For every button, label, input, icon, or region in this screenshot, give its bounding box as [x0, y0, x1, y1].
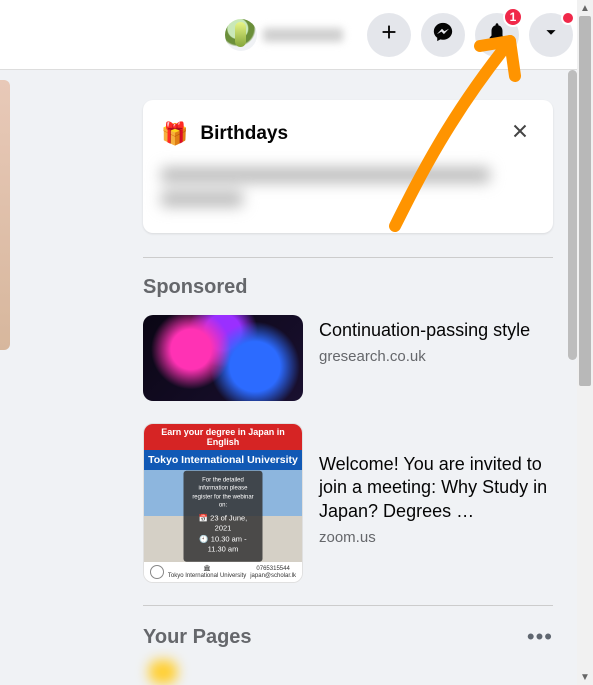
plus-icon	[378, 21, 400, 48]
right-column: 🎁 Birthdays Sponsored Continuation-pass	[143, 70, 553, 684]
messenger-button[interactable]	[421, 13, 465, 57]
notification-badge: 1	[503, 7, 523, 27]
ad-image-overlay: For the detailed information please regi…	[184, 471, 263, 562]
ellipsis-icon: •••	[527, 624, 553, 649]
profile-chip[interactable]	[221, 15, 353, 55]
account-badge-dot	[561, 11, 575, 25]
close-button[interactable]	[505, 116, 535, 151]
avatar	[225, 19, 257, 51]
divider	[143, 257, 553, 258]
ad-title: Continuation-passing style	[319, 319, 530, 342]
birthdays-card: 🎁 Birthdays	[143, 100, 553, 233]
ad-image-text: Earn your degree in Japan in English	[144, 424, 302, 450]
sponsored-item[interactable]: Continuation-passing style gresearch.co.…	[143, 315, 553, 401]
scrollbar-thumb[interactable]	[568, 70, 577, 360]
your-pages-options[interactable]: •••	[527, 624, 553, 650]
ad-title: Welcome! You are invited to join a meeti…	[319, 453, 553, 523]
create-button[interactable]	[367, 13, 411, 57]
profile-name	[263, 28, 343, 42]
top-nav-bar: 1	[0, 0, 593, 70]
ad-domain: zoom.us	[319, 529, 553, 546]
birthdays-body-redacted	[161, 167, 535, 213]
page-item-redacted[interactable]	[143, 660, 183, 684]
content-scrollbar[interactable]	[568, 70, 577, 685]
scrollbar-thumb[interactable]	[579, 16, 591, 386]
ad-image-footer: 🏛Tokyo International University 07653155…	[144, 562, 302, 582]
ad-image: Earn your degree in Japan in English Tok…	[143, 423, 303, 583]
birthdays-title: Birthdays	[200, 123, 288, 145]
sponsored-item[interactable]: Earn your degree in Japan in English Tok…	[143, 423, 553, 583]
sponsored-heading: Sponsored	[143, 276, 553, 299]
notifications-button[interactable]: 1	[475, 13, 519, 57]
scroll-up-icon[interactable]: ▲	[577, 0, 593, 16]
stories-sliver[interactable]	[0, 80, 10, 350]
account-menu-button[interactable]	[529, 13, 573, 57]
window-scrollbar[interactable]: ▲ ▼	[577, 0, 593, 685]
messenger-icon	[432, 21, 454, 48]
scroll-down-icon[interactable]: ▼	[577, 669, 593, 685]
ad-domain: gresearch.co.uk	[319, 348, 530, 365]
your-pages-heading: Your Pages	[143, 626, 252, 649]
gift-icon: 🎁	[161, 121, 188, 147]
ad-image-text: Tokyo International University	[144, 450, 302, 470]
caret-down-icon	[540, 21, 562, 48]
ad-image	[143, 315, 303, 401]
divider	[143, 605, 553, 606]
bell-icon	[486, 21, 508, 48]
close-icon	[509, 129, 531, 146]
content-area: 🎁 Birthdays Sponsored Continuation-pass	[0, 70, 593, 685]
